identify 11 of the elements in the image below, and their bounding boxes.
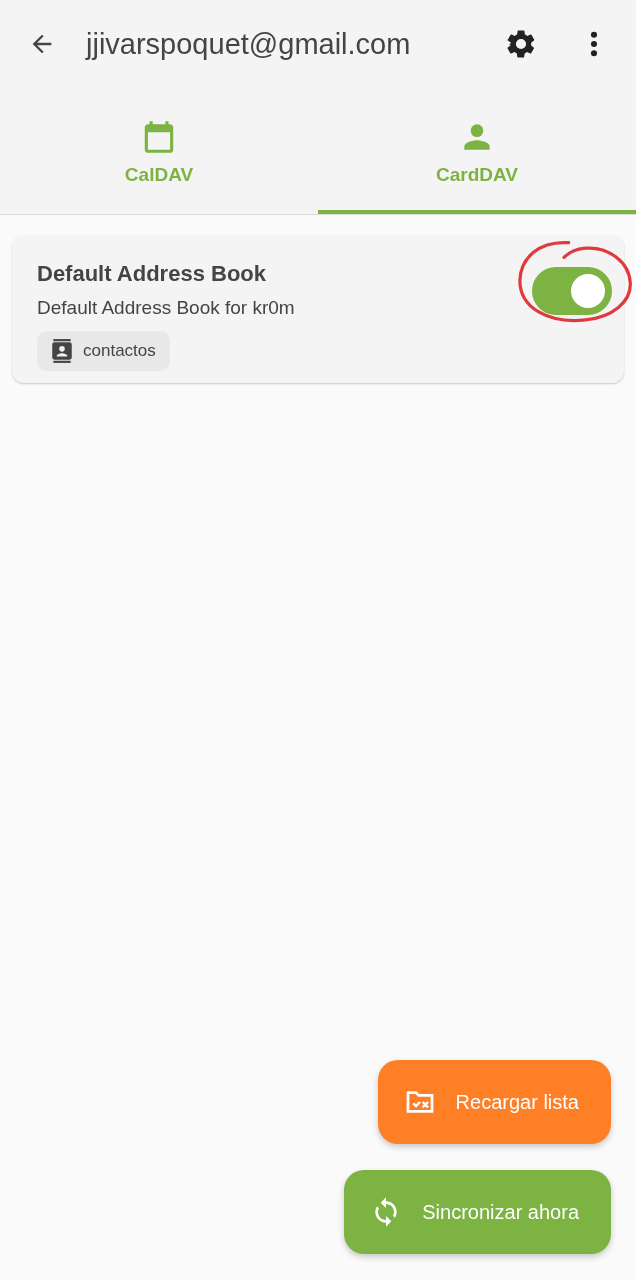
reload-list-button[interactable]: Recargar lista — [377, 1060, 611, 1144]
more-options-icon[interactable] — [590, 30, 598, 58]
tab[interactable]: CalDAV — [0, 88, 318, 214]
account-title: jjivarspoquet@gmail.com — [86, 27, 412, 61]
chip-label: contactos — [83, 341, 156, 361]
collection-title: Default Address Book — [37, 261, 267, 287]
sync-now-button[interactable]: Sincronizar ahora — [344, 1170, 611, 1254]
contact-book-icon — [49, 337, 75, 365]
sync-switch[interactable] — [532, 267, 612, 315]
tab[interactable]: CardDAV — [318, 88, 636, 214]
collection-description: Default Address Book for kr0m — [37, 297, 296, 319]
